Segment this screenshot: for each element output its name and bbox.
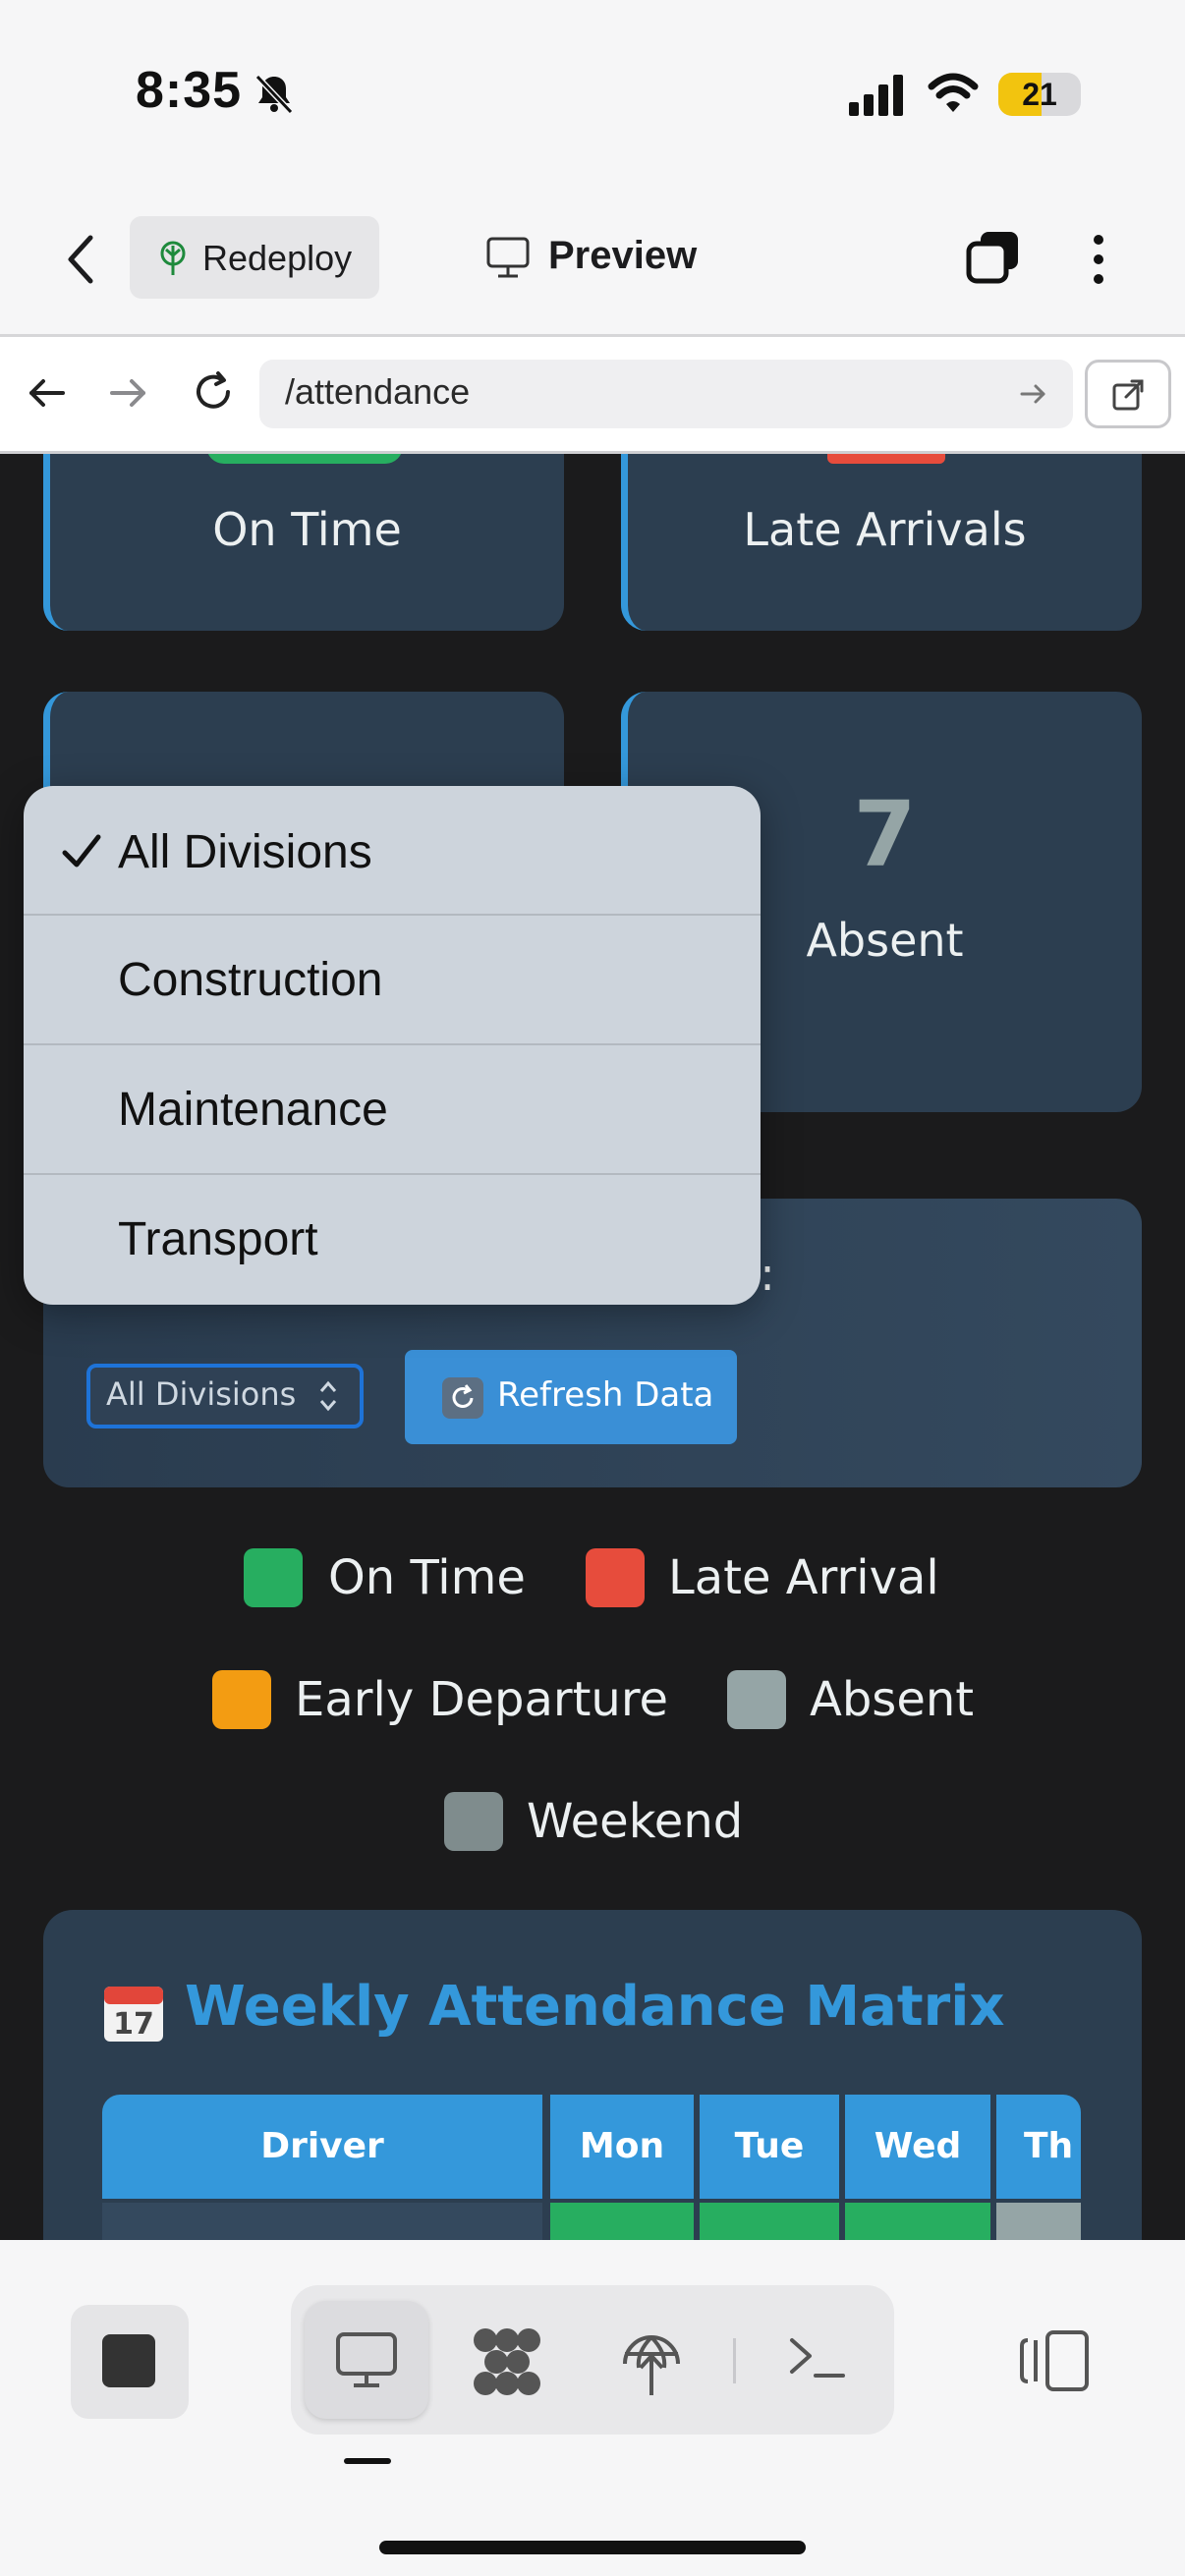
driver-cell	[102, 2203, 542, 2240]
refresh-data-label: Refresh Data	[497, 1375, 714, 1415]
column-header-mon[interactable]: Mon	[550, 2095, 694, 2199]
legend-swatch-weekend	[444, 1792, 503, 1851]
active-tab-indicator	[344, 2458, 391, 2464]
attendance-cell-on-time	[550, 2203, 694, 2240]
wifi-icon	[928, 73, 979, 112]
stop-icon	[102, 2334, 155, 2387]
cellular-signal-icon	[849, 75, 903, 116]
attendance-table: Driver Mon Tue Wed Th	[102, 2095, 1081, 2240]
column-header-tue[interactable]: Tue	[700, 2095, 839, 2199]
monitor-icon	[336, 2332, 397, 2387]
legend-label: On Time	[328, 1550, 526, 1605]
legend-swatch-late	[586, 1548, 645, 1607]
dropdown-option-label: Maintenance	[118, 1084, 388, 1136]
select-arrows-icon	[319, 1380, 337, 1412]
attendance-cell-absent	[996, 2203, 1081, 2240]
tabs-switcher-icon[interactable]	[963, 228, 1022, 287]
legend-swatch-absent	[727, 1670, 786, 1729]
stat-label: Late Arrivals	[743, 503, 1027, 556]
more-options-icon[interactable]	[1081, 230, 1116, 289]
dropdown-option-construction[interactable]: Construction	[24, 916, 761, 1045]
reload-icon[interactable]	[189, 367, 238, 417]
legend-label: Early Departure	[295, 1672, 669, 1727]
checkmark-icon	[62, 834, 101, 868]
deploy-globe-icon[interactable]	[617, 2324, 686, 2399]
status-time: 8:35	[136, 62, 243, 119]
go-arrow-icon[interactable]	[1018, 379, 1047, 409]
stat-label: On Time	[212, 503, 402, 556]
terminal-icon[interactable]	[786, 2334, 847, 2383]
monitor-icon	[486, 237, 530, 278]
division-select-value: All Divisions	[106, 1375, 297, 1413]
stat-card-on-time: On Time	[43, 454, 564, 631]
legend-swatch-early	[212, 1670, 271, 1729]
dropdown-option-label: Transport	[118, 1213, 318, 1265]
refresh-icon	[442, 1377, 483, 1419]
dropdown-option-maintenance[interactable]: Maintenance	[24, 1045, 761, 1175]
column-header-driver[interactable]: Driver	[102, 2095, 542, 2199]
external-link-icon	[1112, 379, 1144, 411]
url-text: /attendance	[285, 371, 471, 412]
redeploy-label: Redeploy	[202, 238, 353, 278]
attendance-cell-on-time	[845, 2203, 990, 2240]
tree-icon	[160, 241, 186, 275]
workflow-icon[interactable]	[470, 2326, 544, 2397]
dropdown-option-all-divisions[interactable]: All Divisions	[24, 786, 761, 916]
stat-value-fragment-red	[827, 454, 945, 464]
column-header-thu[interactable]: Th	[996, 2095, 1081, 2199]
svg-text:17: 17	[113, 2007, 154, 2042]
bell-muted-icon	[254, 74, 294, 115]
column-header-wed[interactable]: Wed	[845, 2095, 990, 2199]
dropdown-option-transport[interactable]: Transport	[24, 1175, 761, 1305]
dropdown-option-label: All Divisions	[118, 826, 372, 878]
calendar-icon: 17	[104, 1987, 163, 2042]
legend-swatch-on-time	[244, 1548, 303, 1607]
legend-label: Late Arrival	[668, 1550, 939, 1605]
stat-card-late: Late Arrivals	[621, 454, 1142, 631]
preview-tab-label[interactable]: Preview	[548, 234, 697, 278]
legend-label: Absent	[810, 1672, 975, 1727]
home-indicator	[379, 2541, 806, 2554]
back-chevron-icon[interactable]	[61, 230, 100, 289]
arrow-left-icon[interactable]	[26, 371, 69, 415]
dropdown-option-label: Construction	[118, 954, 383, 1006]
matrix-title: Weekly Attendance Matrix	[185, 1975, 1005, 2039]
arrow-right-icon[interactable]	[106, 371, 149, 415]
divider	[733, 2338, 736, 2383]
stat-value-fragment-green	[206, 454, 403, 464]
attendance-cell-on-time	[700, 2203, 839, 2240]
battery-percent: 21	[1022, 77, 1057, 112]
division-dropdown-menu: All Divisions Construction Maintenance T…	[24, 786, 761, 1305]
side-panel-icon[interactable]	[1018, 2328, 1091, 2393]
legend-label: Weekend	[527, 1794, 744, 1849]
